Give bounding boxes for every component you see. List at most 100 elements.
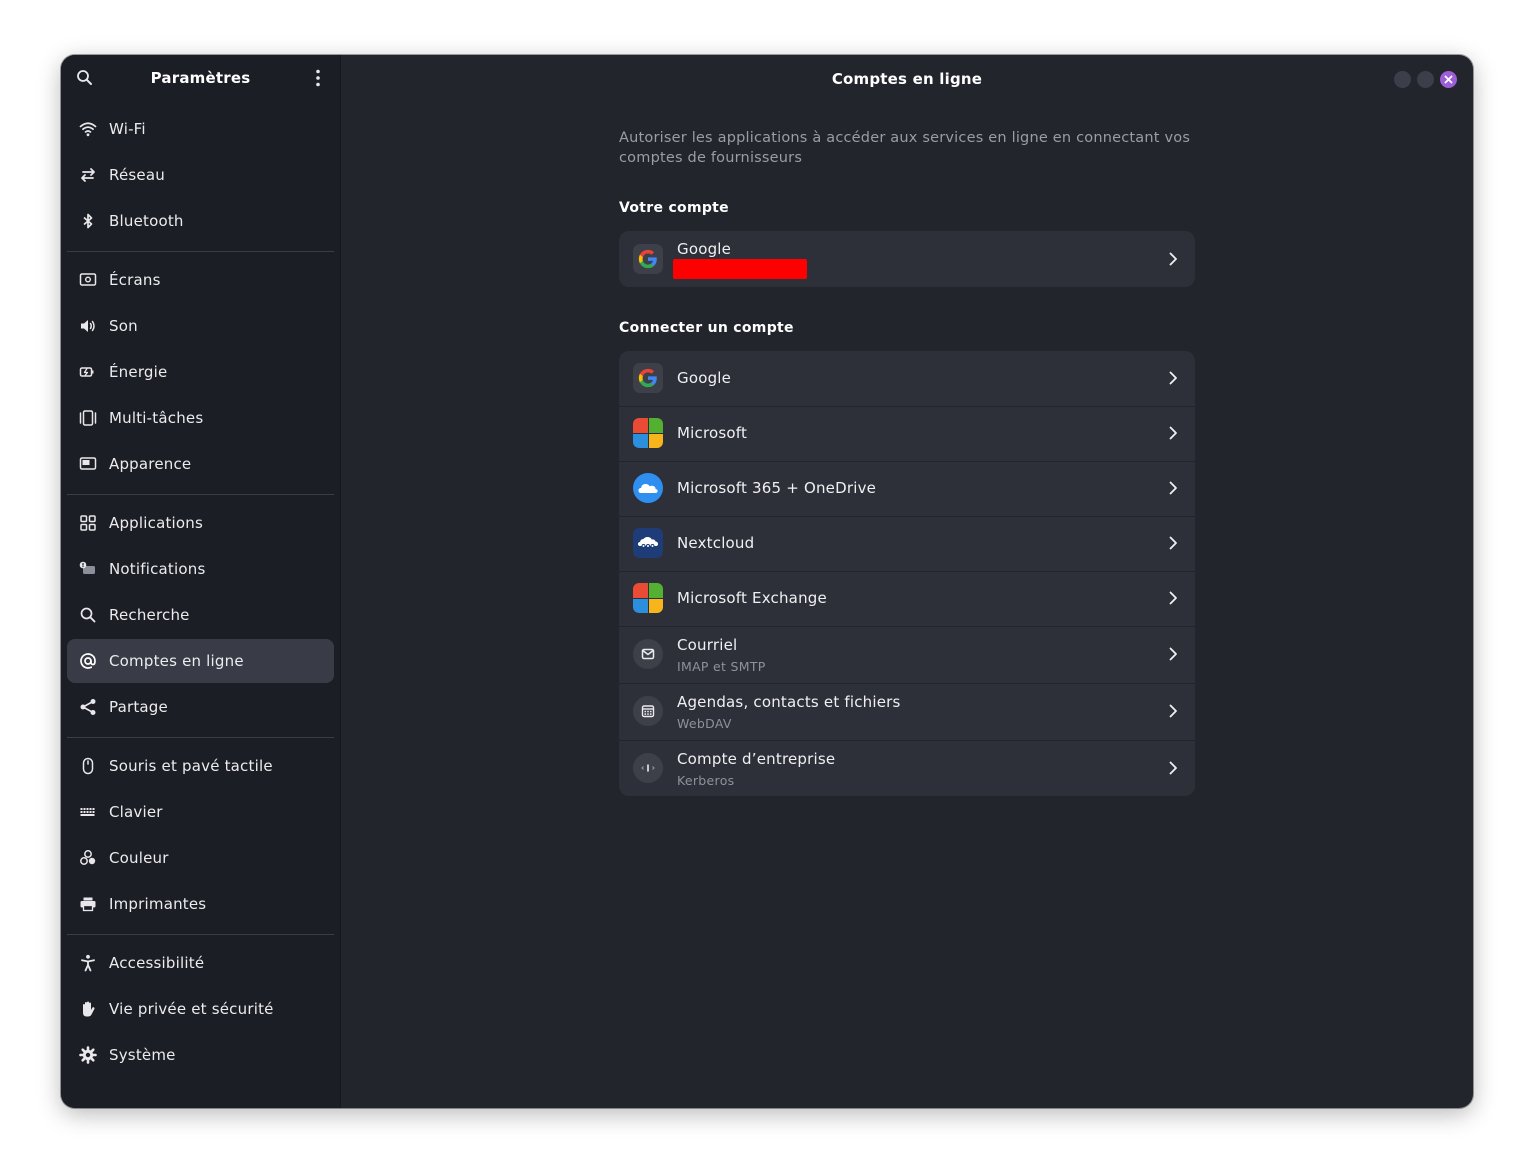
multitasking-icon <box>79 410 97 426</box>
provider-row-microsoft-exchange[interactable]: Microsoft Exchange <box>619 571 1195 626</box>
provider-title: Agendas, contacts et fichiers <box>677 693 901 711</box>
chevron-right-icon <box>1169 371 1177 385</box>
color-icon <box>80 850 96 865</box>
sidebar-header: Paramètres <box>61 55 340 101</box>
provider-subtitle: WebDAV <box>677 716 732 731</box>
provider-title: Nextcloud <box>677 534 755 552</box>
provider-row-nextcloud[interactable]: Nextcloud <box>619 516 1195 571</box>
sidebar-item-sharing[interactable]: Partage <box>67 685 334 729</box>
chevron-right-icon <box>1169 591 1177 605</box>
speaker-icon <box>81 320 95 332</box>
chevron-right-icon <box>1169 252 1177 266</box>
bluetooth-icon <box>83 213 93 229</box>
calendar-icon <box>633 696 663 726</box>
sidebar-item-network[interactable]: Réseau <box>67 153 334 197</box>
section-heading-connect-account: Connecter un compte <box>619 320 794 336</box>
printer-icon <box>80 897 96 912</box>
sidebar-item-label: Son <box>109 317 138 335</box>
row-divider <box>619 626 1195 627</box>
sidebar-item-multitasking[interactable]: Multi-tâches <box>67 396 334 440</box>
sidebar-item-accessibility[interactable]: Accessibilité <box>67 941 334 985</box>
keyboard-icon <box>80 808 95 816</box>
sidebar-item-keyboard[interactable]: Clavier <box>67 790 334 834</box>
sidebar-item-label: Accessibilité <box>109 954 205 972</box>
sidebar-separator <box>67 934 334 935</box>
sidebar-item-label: Énergie <box>109 363 168 381</box>
sidebar-item-label: Comptes en ligne <box>109 652 244 670</box>
provider-row-google[interactable]: Google <box>619 351 1195 406</box>
kerberos-icon <box>633 753 663 783</box>
row-divider <box>619 740 1195 741</box>
sidebar-item-bluetooth[interactable]: Bluetooth <box>67 199 334 243</box>
microsoft-icon <box>633 418 663 448</box>
onedrive-cloud-icon <box>633 473 663 503</box>
provider-row-microsoft[interactable]: Microsoft <box>619 406 1195 461</box>
section-heading-your-account: Votre compte <box>619 200 729 216</box>
network-icon <box>81 168 95 182</box>
sidebar-separator <box>67 737 334 738</box>
sidebar-item-search[interactable]: Recherche <box>67 593 334 637</box>
your-account-card: Google <box>619 231 1195 287</box>
sidebar-item-privacy[interactable]: Vie privée et sécurité <box>67 987 334 1031</box>
sidebar-item-label: Apparence <box>109 455 192 473</box>
chevron-right-icon <box>1169 647 1177 661</box>
search-icon <box>80 607 96 623</box>
sidebar-item-label: Notifications <box>109 560 206 578</box>
sidebar-title: Paramètres <box>150 69 251 87</box>
sidebar-item-label: Wi-Fi <box>109 120 146 138</box>
wifi-icon <box>79 122 97 137</box>
provider-row-microsoft-365-onedrive[interactable]: Microsoft 365 + OneDrive <box>619 461 1195 516</box>
maximize-button[interactable] <box>1417 71 1434 88</box>
google-icon <box>633 363 663 393</box>
apps-grid-icon <box>80 515 96 531</box>
sidebar-item-system[interactable]: Système <box>67 1033 334 1077</box>
chevron-right-icon <box>1169 426 1177 440</box>
sidebar-item-appearance[interactable]: Apparence <box>67 442 334 486</box>
sidebar-item-displays[interactable]: Écrans <box>67 258 334 302</box>
close-button[interactable] <box>1440 71 1457 88</box>
provider-row-mail[interactable]: Courriel IMAP et SMTP <box>619 626 1195 683</box>
google-icon <box>633 244 663 274</box>
sidebar-item-label: Imprimantes <box>109 895 207 913</box>
gear-icon <box>79 1046 97 1064</box>
sidebar-item-label: Système <box>109 1046 176 1064</box>
account-title: Google <box>677 240 732 258</box>
sidebar-item-applications[interactable]: Applications <box>67 501 334 545</box>
provider-row-kerberos[interactable]: Compte d’entreprise Kerberos <box>619 740 1195 796</box>
provider-row-webdav[interactable]: Agendas, contacts et fichiers WebDAV <box>619 683 1195 740</box>
appearance-icon <box>79 457 97 470</box>
account-row-google[interactable]: Google <box>619 231 1195 287</box>
providers-card: Google Microsoft Microsoft 365 + OneDriv… <box>619 351 1195 796</box>
provider-title: Microsoft Exchange <box>677 589 827 607</box>
provider-subtitle: IMAP et SMTP <box>677 659 766 674</box>
sidebar-item-notifications[interactable]: Notifications <box>67 547 334 591</box>
display-icon <box>79 273 97 286</box>
exchange-icon <box>633 583 663 613</box>
sidebar-item-label: Couleur <box>109 849 169 867</box>
sidebar-item-label: Applications <box>109 514 204 532</box>
sidebar-item-label: Vie privée et sécurité <box>109 1000 274 1018</box>
sidebar: Paramètres Wi-Fi Réseau Bluetooth Écrans… <box>61 55 341 1108</box>
settings-window: Paramètres Wi-Fi Réseau Bluetooth Écrans… <box>61 55 1473 1108</box>
row-divider <box>619 516 1195 517</box>
sidebar-item-mouse[interactable]: Souris et pavé tactile <box>67 744 334 788</box>
sidebar-item-label: Recherche <box>109 606 190 624</box>
row-divider <box>619 461 1195 462</box>
provider-title: Microsoft <box>677 424 748 442</box>
sidebar-item-online-accounts[interactable]: Comptes en ligne <box>67 639 334 683</box>
sidebar-item-sound[interactable]: Son <box>67 304 334 348</box>
sidebar-item-wifi[interactable]: Wi-Fi <box>67 107 334 151</box>
sidebar-item-power[interactable]: Énergie <box>67 350 334 394</box>
minimize-button[interactable] <box>1394 71 1411 88</box>
sidebar-item-label: Souris et pavé tactile <box>109 757 273 775</box>
redacted-email <box>673 259 807 279</box>
sidebar-separator <box>67 251 334 252</box>
sidebar-item-printers[interactable]: Imprimantes <box>67 882 334 926</box>
main-menu-button[interactable] <box>309 68 327 88</box>
privacy-hand-icon <box>83 1001 95 1017</box>
sidebar-item-label: Clavier <box>109 803 163 821</box>
sidebar-item-color[interactable]: Couleur <box>67 836 334 880</box>
provider-subtitle: Kerberos <box>677 773 735 788</box>
provider-title: Microsoft 365 + OneDrive <box>677 479 877 497</box>
close-icon <box>1444 75 1453 84</box>
